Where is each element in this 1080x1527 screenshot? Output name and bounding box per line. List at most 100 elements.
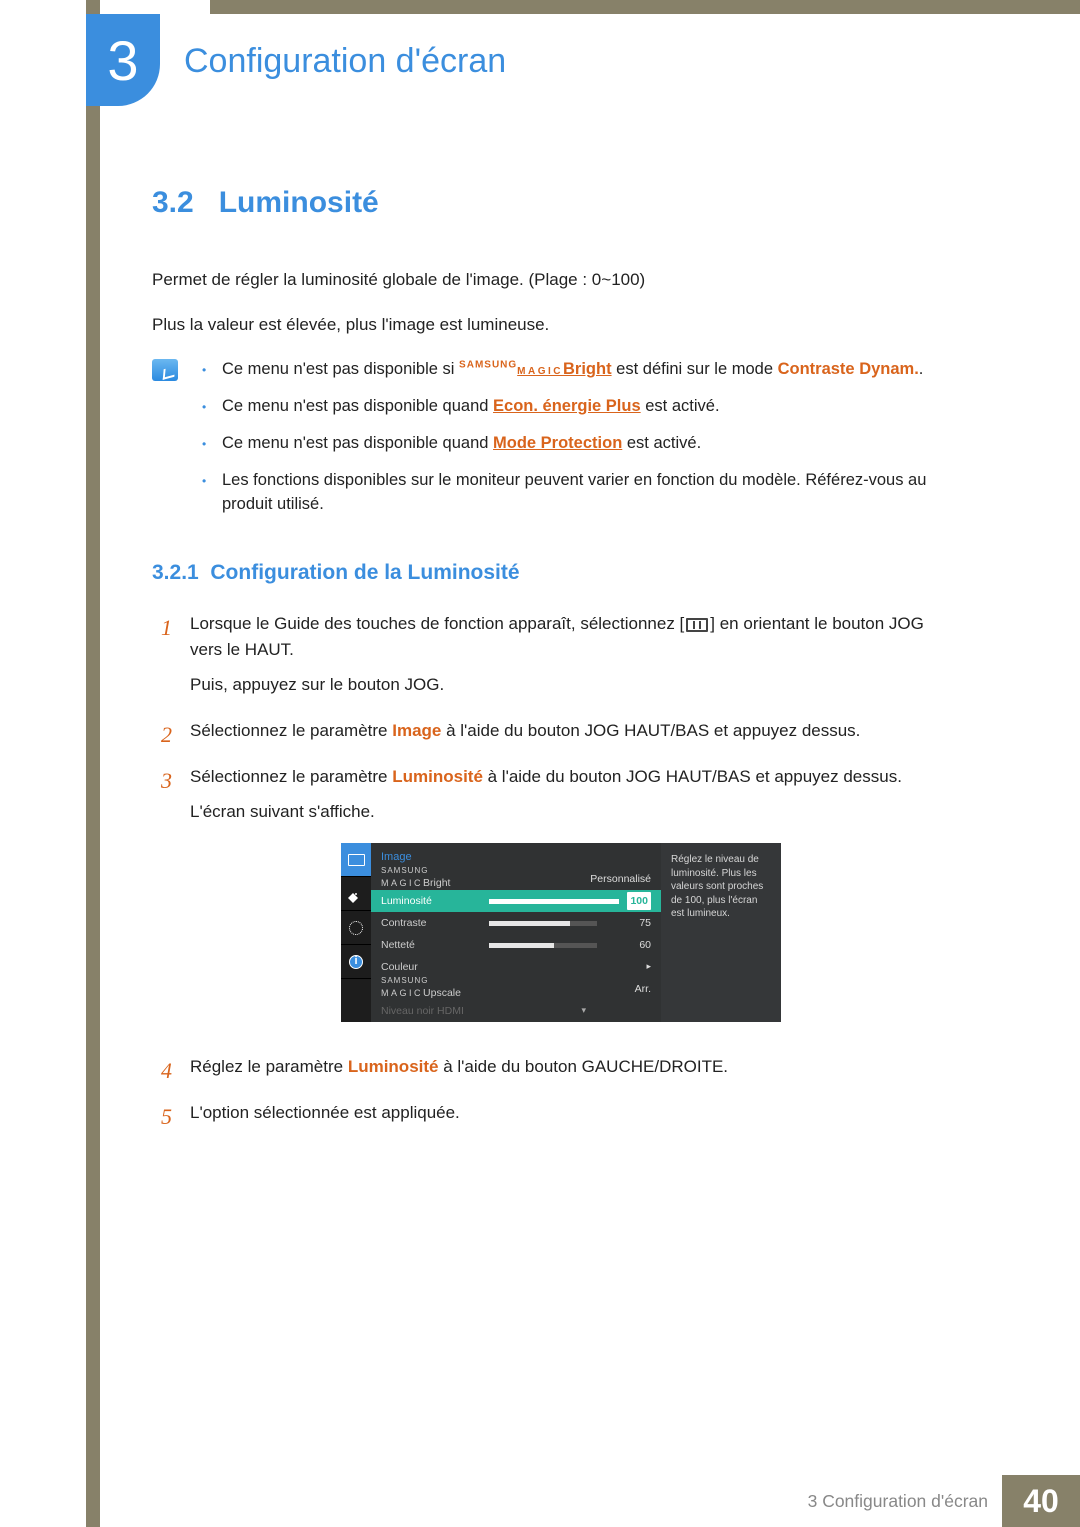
step-body: Sélectionnez le paramètre Image à l'aide… <box>190 718 932 752</box>
note-text: Ce menu n'est pas disponible quand <box>222 434 493 452</box>
chevron-right-icon: ▸ <box>605 960 651 974</box>
page-content: 3.2 Luminosité Permet de régler la lumin… <box>152 186 932 1147</box>
info-icon: i <box>349 955 363 969</box>
osd-row-magicbright: SAMSUNG MAGICBright Personnalisé <box>371 868 661 890</box>
brand-bot: MAGIC <box>381 878 423 888</box>
osd-row-nettete: Netteté 60 <box>371 934 661 956</box>
osd-help-panel: Réglez le niveau de luminosité. Plus les… <box>661 843 781 1022</box>
step-text: Sélectionnez le paramètre <box>190 767 392 786</box>
step-text: L'écran suivant s'affiche. <box>190 799 932 825</box>
param-name: Image <box>392 721 441 740</box>
note-text: Ce menu n'est pas disponible si <box>222 360 459 378</box>
step-text: Puis, appuyez sur le bouton JOG. <box>190 672 932 698</box>
brand-top: SAMSUNG <box>381 867 481 874</box>
step-text: à l'aide du bouton JOG HAUT/BAS et appuy… <box>441 721 860 740</box>
subsection-heading: 3.2.1 Configuration de la Luminosité <box>152 561 932 585</box>
mode-name: Contraste Dynam. <box>778 360 919 378</box>
osd-slider-fill <box>489 899 619 904</box>
osd-slider <box>489 899 619 904</box>
note-item: Les fonctions disponibles sur le moniteu… <box>202 468 932 518</box>
osd-slider-fill <box>489 943 554 948</box>
subsection-title: Configuration de la Luminosité <box>210 561 519 584</box>
link-text: Mode Protection <box>493 434 622 452</box>
monitor-icon <box>348 854 365 866</box>
osd-bright-label: Bright <box>423 877 450 889</box>
note-item: Ce menu n'est pas disponible si SAMSUNGM… <box>202 357 932 382</box>
step-number: 4 <box>152 1054 172 1088</box>
step-text: à l'aide du bouton JOG HAUT/BAS et appuy… <box>483 767 902 786</box>
osd-row-contraste: Contraste 75 <box>371 912 661 934</box>
link-text: Econ. énergie Plus <box>493 397 641 415</box>
osd-value: Personnalisé <box>489 871 651 887</box>
steps-list: 1 Lorsque le Guide des touches de foncti… <box>152 611 932 1135</box>
bright-label: Bright <box>563 360 612 378</box>
note-block: Ce menu n'est pas disponible si SAMSUNGM… <box>152 357 932 529</box>
chapter-number: 3 <box>107 28 138 93</box>
step-body: L'option sélectionnée est appliquée. <box>190 1100 932 1134</box>
note-list: Ce menu n'est pas disponible si SAMSUNGM… <box>202 357 932 529</box>
section-intro-1: Permet de régler la luminosité globale d… <box>152 268 932 293</box>
step-body: Sélectionnez le paramètre Luminosité à l… <box>190 764 932 1042</box>
osd-slider <box>489 921 597 926</box>
osd-label: Contraste <box>381 915 481 931</box>
decorative-top-bar <box>210 0 1080 14</box>
osd-slider-fill <box>489 921 570 926</box>
page-number: 40 <box>1002 1475 1080 1527</box>
osd-label: SAMSUNG MAGICUpscale <box>381 977 481 1000</box>
osd-row-hdmi-disabled: Niveau noir HDMI ▾ <box>371 1000 661 1022</box>
osd-row-luminosite-selected: Luminosité 100 <box>371 890 661 912</box>
osd-row-magicupscale: SAMSUNG MAGICUpscale Arr. <box>371 978 661 1000</box>
step-text: Lorsque le Guide des touches de fonction… <box>190 614 684 633</box>
brand-bot: MAGIC <box>517 366 563 377</box>
osd-sidebar-blank <box>341 979 371 1022</box>
chevron-down-icon: ▾ <box>581 1004 586 1018</box>
step-text: Réglez le paramètre <box>190 1057 348 1076</box>
footer-chapter-label: 3 Configuration d'écran <box>808 1491 988 1512</box>
step-number: 2 <box>152 718 172 752</box>
osd-label: Niveau noir HDMI <box>381 1003 481 1019</box>
subsection-number: 3.2.1 <box>152 561 199 584</box>
gear-icon <box>349 921 363 935</box>
chapter-number-tab: 3 <box>86 14 160 106</box>
menu-button-icon <box>686 618 708 632</box>
osd-slider <box>489 943 597 948</box>
note-item: Ce menu n'est pas disponible quand Mode … <box>202 431 932 456</box>
brand-bot: MAGIC <box>381 988 423 998</box>
osd-tab-nav <box>341 877 371 911</box>
page-footer: 3 Configuration d'écran 40 <box>808 1475 1080 1527</box>
step-number: 3 <box>152 764 172 1042</box>
note-text: est défini sur le mode <box>612 360 778 378</box>
param-name: Luminosité <box>348 1057 439 1076</box>
step: 1 Lorsque le Guide des touches de foncti… <box>152 611 932 706</box>
step-number: 5 <box>152 1100 172 1134</box>
note-icon <box>152 359 178 381</box>
osd-main: Image SAMSUNG MAGICBright Personnalisé L… <box>371 843 661 1022</box>
step-text: Sélectionnez le paramètre <box>190 721 392 740</box>
step: 2 Sélectionnez le paramètre Image à l'ai… <box>152 718 932 752</box>
section-heading: 3.2 Luminosité <box>152 186 932 220</box>
osd-value: 75 <box>605 915 651 931</box>
section-number: 3.2 <box>152 186 194 219</box>
section-intro-2: Plus la valeur est élevée, plus l'image … <box>152 313 932 338</box>
osd-tab-settings <box>341 911 371 945</box>
brand-top: SAMSUNG <box>381 977 481 984</box>
step-body: Réglez le paramètre Luminosité à l'aide … <box>190 1054 932 1088</box>
osd-label: Luminosité <box>381 893 481 909</box>
osd-tab-image <box>341 843 371 877</box>
note-text: Ce menu n'est pas disponible quand <box>222 397 493 415</box>
osd-label: SAMSUNG MAGICBright <box>381 867 481 890</box>
step: 4 Réglez le paramètre Luminosité à l'aid… <box>152 1054 932 1088</box>
step-number: 1 <box>152 611 172 706</box>
arrows-icon <box>355 893 357 895</box>
osd-tab-info: i <box>341 945 371 979</box>
decorative-left-bar <box>86 0 100 1527</box>
osd-upscale-label: Upscale <box>423 987 461 999</box>
note-text: est activé. <box>622 434 701 452</box>
osd-value: 60 <box>605 937 651 953</box>
osd-sidebar: i <box>341 843 371 1022</box>
step-text: L'option sélectionnée est appliquée. <box>190 1100 932 1126</box>
note-text: . <box>919 360 924 378</box>
note-text: est activé. <box>641 397 720 415</box>
osd-value: Arr. <box>605 981 651 997</box>
brand-top: SAMSUNG <box>459 360 517 371</box>
